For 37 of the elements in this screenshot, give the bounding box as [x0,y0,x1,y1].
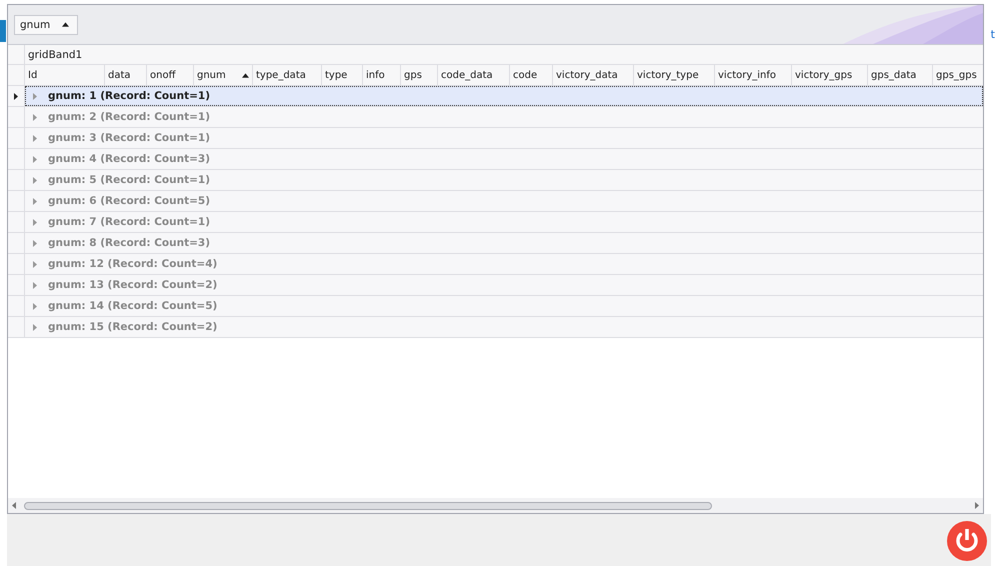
column-header[interactable]: gps [401,65,438,85]
band-header: gridBand1 [27,48,82,62]
column-header[interactable]: onoff [147,65,194,85]
column-header[interactable]: victory_info [715,65,792,85]
expand-icon[interactable] [33,324,37,330]
scroll-left-icon[interactable] [12,502,16,509]
expand-icon[interactable] [33,302,37,310]
column-header[interactable]: victory_data [553,65,634,85]
column-header[interactable]: data [105,65,147,85]
side-link[interactable]: t [990,28,995,41]
column-header[interactable]: victory_type [634,65,715,85]
expand-icon[interactable] [33,198,37,204]
power-icon[interactable] [946,521,987,561]
column-header[interactable]: gnum [194,65,253,85]
column-header[interactable]: gps_gps [933,65,984,85]
horizontal-scrollbar[interactable] [8,498,983,513]
column-header[interactable]: type [322,65,363,85]
expand-icon[interactable] [33,114,37,120]
expand-icon[interactable] [33,156,37,162]
column-header[interactable]: Id [25,65,105,85]
column-header[interactable]: info [363,65,401,85]
expand-icon[interactable] [33,218,37,226]
sort-button[interactable]: gnum [14,14,78,34]
column-header[interactable]: code [510,65,553,85]
expand-icon[interactable] [33,282,37,288]
scroll-right-icon[interactable] [975,502,979,509]
row-indicator-icon [14,92,18,100]
column-header[interactable]: type_data [253,65,322,85]
expand-icon[interactable] [33,260,37,268]
column-header[interactable]: gps_data [868,65,933,85]
group-row[interactable]: gnum: 1 (Record: Count=1) [25,86,983,106]
column-header[interactable]: victory_gps [792,65,868,85]
column-header[interactable]: code_data [438,65,510,85]
expand-icon[interactable] [33,134,37,142]
expand-icon[interactable] [33,240,37,246]
expand-icon[interactable] [33,92,37,100]
expand-icon[interactable] [33,176,37,184]
